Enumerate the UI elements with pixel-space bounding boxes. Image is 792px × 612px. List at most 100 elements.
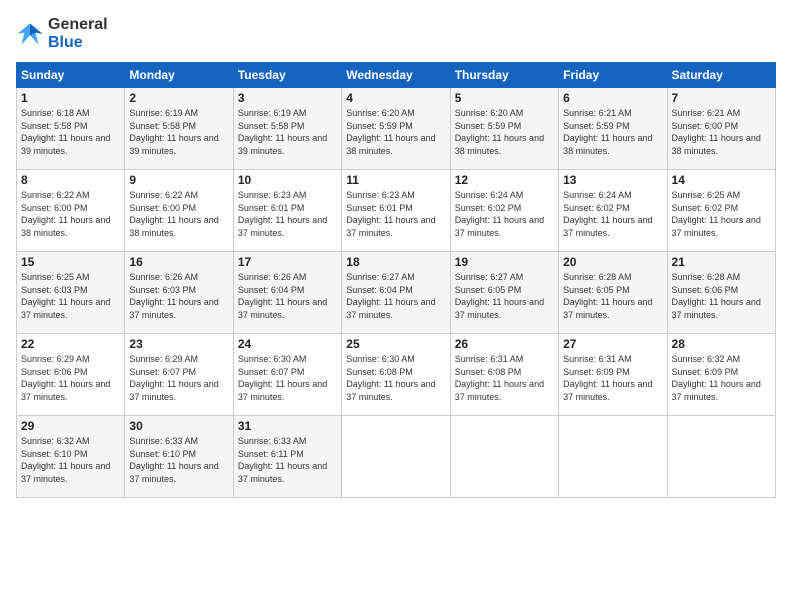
calendar-week: 8 Sunrise: 6:22 AM Sunset: 6:00 PM Dayli… bbox=[17, 170, 776, 252]
logo-text: General Blue bbox=[48, 16, 108, 52]
daylight-label: Daylight: 11 hours and 37 minutes. bbox=[346, 297, 435, 320]
day-number: 5 bbox=[455, 91, 554, 105]
daylight-label: Daylight: 11 hours and 38 minutes. bbox=[672, 133, 761, 156]
sunset-label: Sunset: 5:58 PM bbox=[21, 121, 88, 131]
sunset-label: Sunset: 6:07 PM bbox=[129, 367, 196, 377]
daylight-label: Daylight: 11 hours and 37 minutes. bbox=[672, 215, 761, 238]
header-day: Monday bbox=[125, 63, 233, 88]
day-info: Sunrise: 6:22 AM Sunset: 6:00 PM Dayligh… bbox=[129, 189, 228, 239]
calendar-cell bbox=[342, 416, 450, 498]
sunrise-label: Sunrise: 6:20 AM bbox=[346, 108, 415, 118]
daylight-label: Daylight: 11 hours and 37 minutes. bbox=[563, 379, 652, 402]
day-number: 10 bbox=[238, 173, 337, 187]
sunrise-label: Sunrise: 6:21 AM bbox=[563, 108, 632, 118]
calendar-cell: 25 Sunrise: 6:30 AM Sunset: 6:08 PM Dayl… bbox=[342, 334, 450, 416]
day-info: Sunrise: 6:33 AM Sunset: 6:10 PM Dayligh… bbox=[129, 435, 228, 485]
day-info: Sunrise: 6:29 AM Sunset: 6:07 PM Dayligh… bbox=[129, 353, 228, 403]
calendar-cell: 29 Sunrise: 6:32 AM Sunset: 6:10 PM Dayl… bbox=[17, 416, 125, 498]
day-number: 26 bbox=[455, 337, 554, 351]
calendar-cell: 15 Sunrise: 6:25 AM Sunset: 6:03 PM Dayl… bbox=[17, 252, 125, 334]
header-day: Friday bbox=[559, 63, 667, 88]
sunrise-label: Sunrise: 6:20 AM bbox=[455, 108, 524, 118]
day-info: Sunrise: 6:20 AM Sunset: 5:59 PM Dayligh… bbox=[455, 107, 554, 157]
sunset-label: Sunset: 6:10 PM bbox=[129, 449, 196, 459]
day-number: 11 bbox=[346, 173, 445, 187]
sunset-label: Sunset: 6:06 PM bbox=[672, 285, 739, 295]
calendar-cell: 22 Sunrise: 6:29 AM Sunset: 6:06 PM Dayl… bbox=[17, 334, 125, 416]
sunset-label: Sunset: 6:02 PM bbox=[563, 203, 630, 213]
calendar-cell: 8 Sunrise: 6:22 AM Sunset: 6:00 PM Dayli… bbox=[17, 170, 125, 252]
daylight-label: Daylight: 11 hours and 37 minutes. bbox=[455, 379, 544, 402]
day-info: Sunrise: 6:33 AM Sunset: 6:11 PM Dayligh… bbox=[238, 435, 337, 485]
day-info: Sunrise: 6:28 AM Sunset: 6:06 PM Dayligh… bbox=[672, 271, 771, 321]
day-number: 16 bbox=[129, 255, 228, 269]
calendar-cell: 14 Sunrise: 6:25 AM Sunset: 6:02 PM Dayl… bbox=[667, 170, 775, 252]
day-number: 14 bbox=[672, 173, 771, 187]
sunrise-label: Sunrise: 6:29 AM bbox=[21, 354, 90, 364]
calendar-cell: 24 Sunrise: 6:30 AM Sunset: 6:07 PM Dayl… bbox=[233, 334, 341, 416]
calendar-cell: 2 Sunrise: 6:19 AM Sunset: 5:58 PM Dayli… bbox=[125, 88, 233, 170]
sunrise-label: Sunrise: 6:25 AM bbox=[21, 272, 90, 282]
sunset-label: Sunset: 6:04 PM bbox=[346, 285, 413, 295]
daylight-label: Daylight: 11 hours and 37 minutes. bbox=[238, 215, 327, 238]
calendar-cell: 17 Sunrise: 6:26 AM Sunset: 6:04 PM Dayl… bbox=[233, 252, 341, 334]
calendar-cell bbox=[667, 416, 775, 498]
day-number: 6 bbox=[563, 91, 662, 105]
day-number: 21 bbox=[672, 255, 771, 269]
sunset-label: Sunset: 5:58 PM bbox=[238, 121, 305, 131]
day-info: Sunrise: 6:32 AM Sunset: 6:10 PM Dayligh… bbox=[21, 435, 120, 485]
day-info: Sunrise: 6:24 AM Sunset: 6:02 PM Dayligh… bbox=[563, 189, 662, 239]
daylight-label: Daylight: 11 hours and 39 minutes. bbox=[21, 133, 110, 156]
sunrise-label: Sunrise: 6:22 AM bbox=[129, 190, 198, 200]
sunrise-label: Sunrise: 6:33 AM bbox=[238, 436, 307, 446]
sunrise-label: Sunrise: 6:26 AM bbox=[238, 272, 307, 282]
sunset-label: Sunset: 6:01 PM bbox=[238, 203, 305, 213]
header-day: Wednesday bbox=[342, 63, 450, 88]
calendar-week: 29 Sunrise: 6:32 AM Sunset: 6:10 PM Dayl… bbox=[17, 416, 776, 498]
calendar-body: 1 Sunrise: 6:18 AM Sunset: 5:58 PM Dayli… bbox=[17, 88, 776, 498]
daylight-label: Daylight: 11 hours and 37 minutes. bbox=[563, 297, 652, 320]
sunset-label: Sunset: 6:06 PM bbox=[21, 367, 88, 377]
sunset-label: Sunset: 6:02 PM bbox=[672, 203, 739, 213]
daylight-label: Daylight: 11 hours and 37 minutes. bbox=[672, 379, 761, 402]
day-info: Sunrise: 6:29 AM Sunset: 6:06 PM Dayligh… bbox=[21, 353, 120, 403]
sunset-label: Sunset: 6:10 PM bbox=[21, 449, 88, 459]
sunset-label: Sunset: 6:03 PM bbox=[129, 285, 196, 295]
day-info: Sunrise: 6:31 AM Sunset: 6:09 PM Dayligh… bbox=[563, 353, 662, 403]
sunrise-label: Sunrise: 6:32 AM bbox=[21, 436, 90, 446]
day-info: Sunrise: 6:24 AM Sunset: 6:02 PM Dayligh… bbox=[455, 189, 554, 239]
sunrise-label: Sunrise: 6:29 AM bbox=[129, 354, 198, 364]
sunset-label: Sunset: 6:08 PM bbox=[346, 367, 413, 377]
logo: General Blue bbox=[16, 16, 108, 52]
daylight-label: Daylight: 11 hours and 37 minutes. bbox=[238, 379, 327, 402]
calendar-cell: 9 Sunrise: 6:22 AM Sunset: 6:00 PM Dayli… bbox=[125, 170, 233, 252]
sunrise-label: Sunrise: 6:28 AM bbox=[672, 272, 741, 282]
calendar-cell: 26 Sunrise: 6:31 AM Sunset: 6:08 PM Dayl… bbox=[450, 334, 558, 416]
sunrise-label: Sunrise: 6:21 AM bbox=[672, 108, 741, 118]
sunset-label: Sunset: 6:08 PM bbox=[455, 367, 522, 377]
sunrise-label: Sunrise: 6:23 AM bbox=[346, 190, 415, 200]
calendar-cell: 28 Sunrise: 6:32 AM Sunset: 6:09 PM Dayl… bbox=[667, 334, 775, 416]
sunrise-label: Sunrise: 6:28 AM bbox=[563, 272, 632, 282]
day-info: Sunrise: 6:27 AM Sunset: 6:05 PM Dayligh… bbox=[455, 271, 554, 321]
day-number: 9 bbox=[129, 173, 228, 187]
daylight-label: Daylight: 11 hours and 37 minutes. bbox=[455, 215, 544, 238]
header-day: Thursday bbox=[450, 63, 558, 88]
sunrise-label: Sunrise: 6:24 AM bbox=[455, 190, 524, 200]
sunset-label: Sunset: 6:00 PM bbox=[672, 121, 739, 131]
day-number: 1 bbox=[21, 91, 120, 105]
sunrise-label: Sunrise: 6:27 AM bbox=[455, 272, 524, 282]
sunset-label: Sunset: 6:01 PM bbox=[346, 203, 413, 213]
calendar-cell bbox=[559, 416, 667, 498]
daylight-label: Daylight: 11 hours and 37 minutes. bbox=[129, 461, 218, 484]
daylight-label: Daylight: 11 hours and 38 minutes. bbox=[129, 215, 218, 238]
daylight-label: Daylight: 11 hours and 38 minutes. bbox=[346, 133, 435, 156]
day-info: Sunrise: 6:31 AM Sunset: 6:08 PM Dayligh… bbox=[455, 353, 554, 403]
sunset-label: Sunset: 6:07 PM bbox=[238, 367, 305, 377]
day-number: 19 bbox=[455, 255, 554, 269]
logo-icon bbox=[16, 20, 44, 48]
calendar-cell: 20 Sunrise: 6:28 AM Sunset: 6:05 PM Dayl… bbox=[559, 252, 667, 334]
day-number: 30 bbox=[129, 419, 228, 433]
day-info: Sunrise: 6:23 AM Sunset: 6:01 PM Dayligh… bbox=[346, 189, 445, 239]
calendar-cell: 30 Sunrise: 6:33 AM Sunset: 6:10 PM Dayl… bbox=[125, 416, 233, 498]
